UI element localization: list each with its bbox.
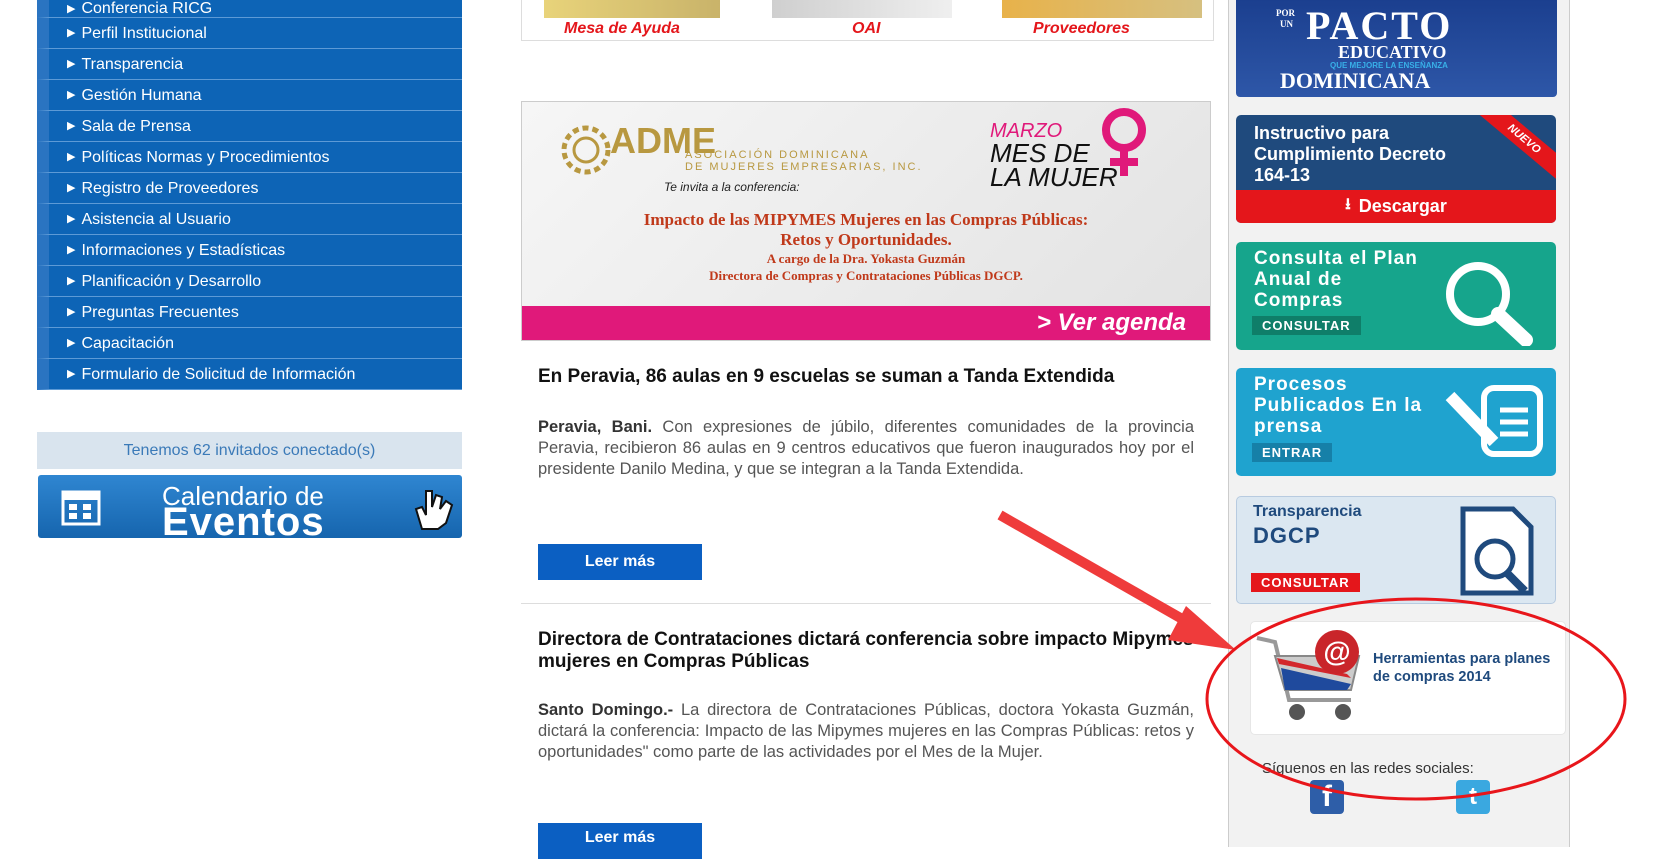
instructivo-card[interactable]: Instructivo para Cumplimiento Decreto 16… — [1236, 115, 1556, 223]
annotation-arrow — [997, 510, 1208, 637]
triangle-right-icon: ▶ — [67, 274, 76, 287]
new-badge: NUEVO — [1471, 115, 1556, 186]
plan-anual-card[interactable]: Consulta el Plan Anual de Compras CONSUL… — [1236, 242, 1556, 350]
menu-item[interactable]: ▶ Conferencia RICG — [37, 0, 462, 18]
enter-tag: ENTRAR — [1252, 443, 1333, 462]
menu-item[interactable]: ▶ Políticas Normas y Procedimientos — [37, 142, 462, 173]
suppliers-link[interactable]: Proveedores — [1033, 20, 1130, 38]
facebook-icon[interactable]: f — [1310, 780, 1344, 814]
oai-link[interactable]: OAI — [852, 20, 880, 38]
twitter-icon[interactable]: t — [1456, 780, 1490, 814]
help-desk-link[interactable]: Mesa de Ayuda — [564, 20, 680, 38]
svg-text:@: @ — [1323, 636, 1350, 667]
menu-item[interactable]: ▶ Perfil Institucional — [37, 18, 462, 49]
download-icon: ⭳ — [1345, 196, 1351, 213]
menu-item[interactable]: ▶ Capacitación — [37, 328, 462, 359]
news-lead: Peravia, Bani. — [538, 418, 653, 436]
menu-item[interactable]: ▶ Asistencia al Usuario — [37, 204, 462, 235]
menu-item[interactable]: ▶ Informaciones y Estadísticas — [37, 235, 462, 266]
oai-image — [772, 0, 952, 18]
herramientas-compras-card[interactable]: @ Herramientas para planes de compras 20… — [1250, 621, 1566, 735]
news-summary: Peravia, Bani. Con expresiones de júbilo… — [538, 418, 1194, 478]
transparencia-dgcp-card[interactable]: Transparencia DGCP CONSULTAR — [1236, 496, 1556, 604]
news-title[interactable]: En Peravia, 86 aulas en 9 escuelas se su… — [538, 366, 1198, 388]
news-lead: Santo Domingo.- — [538, 701, 674, 719]
edit-document-icon — [1445, 385, 1543, 457]
left-nav-menu: ▶ Conferencia RICG ▶ Perfil Institucional … — [37, 0, 462, 390]
help-desk-image — [544, 0, 720, 18]
menu-item[interactable]: ▶ Preguntas Frecuentes — [37, 297, 462, 328]
magnifier-icon — [1446, 262, 1533, 346]
menu-item[interactable]: ▶ Gestión Humana — [37, 80, 462, 111]
consult-tag: CONSULTAR — [1251, 573, 1360, 592]
triangle-right-icon: ▶ — [67, 181, 76, 194]
female-symbol-icon — [1102, 108, 1146, 176]
triangle-right-icon: ▶ — [67, 336, 76, 349]
triangle-right-icon: ▶ — [67, 367, 76, 380]
see-agenda-link[interactable]: > Ver agenda — [1037, 309, 1186, 337]
menu-item[interactable]: ▶ Planificación y Desarrollo — [37, 266, 462, 297]
social-label: Síguenos en las redes sociales: — [1262, 760, 1474, 777]
online-visitors-counter: Tenemos 62 invitados conectado(s) — [37, 432, 462, 469]
menu-item[interactable]: ▶ Sala de Prensa — [37, 111, 462, 142]
document-search-icon — [1460, 506, 1534, 596]
events-calendar-banner[interactable]: Calendario de Eventos — [38, 475, 462, 544]
hand-pointer-icon — [414, 490, 454, 530]
triangle-right-icon: ▶ — [67, 305, 76, 318]
triangle-right-icon: ▶ — [67, 2, 76, 15]
read-more-button[interactable]: Leer más — [538, 823, 702, 859]
procesos-publicados-card[interactable]: Procesos Publicados En la prensa ENTRAR — [1236, 368, 1556, 476]
news-summary: Santo Domingo.- La directora de Contrata… — [538, 701, 1195, 761]
pacto-educativo-banner[interactable]: POR UN PACTO EDUCATIVO QUE MEJORE LA ENS… — [1236, 0, 1557, 97]
calendar-label-line2: Eventos — [162, 500, 325, 544]
shopping-cart-icon: @ — [1256, 630, 1361, 720]
triangle-right-icon: ▶ — [67, 150, 76, 163]
calendar-icon — [61, 490, 101, 526]
menu-item[interactable]: ▶ Formulario de Solicitud de Información — [37, 359, 462, 390]
triangle-right-icon: ▶ — [67, 26, 76, 39]
triangle-right-icon: ▶ — [67, 57, 76, 70]
suppliers-image — [1002, 0, 1202, 18]
triangle-right-icon: ▶ — [67, 212, 76, 225]
triangle-right-icon: ▶ — [67, 243, 76, 256]
menu-item[interactable]: ▶ Registro de Proveedores — [37, 173, 462, 204]
divider — [521, 603, 1211, 604]
triangle-right-icon: ▶ — [67, 88, 76, 101]
quick-links-bar: Mesa de Ayuda OAI Proveedores — [521, 0, 1214, 41]
news-title[interactable]: Directora de Contrataciones dictará conf… — [538, 629, 1198, 673]
triangle-right-icon: ▶ — [67, 119, 76, 132]
conference-banner[interactable]: ADME ASOCIACIÓN DOMINICANA DE MUJERES EM… — [521, 101, 1211, 341]
read-more-button[interactable]: Leer más — [538, 544, 702, 580]
consult-tag: CONSULTAR — [1252, 316, 1361, 335]
download-button[interactable]: ⭳ Descargar — [1236, 190, 1556, 223]
menu-item[interactable]: ▶ Transparencia — [37, 49, 462, 80]
